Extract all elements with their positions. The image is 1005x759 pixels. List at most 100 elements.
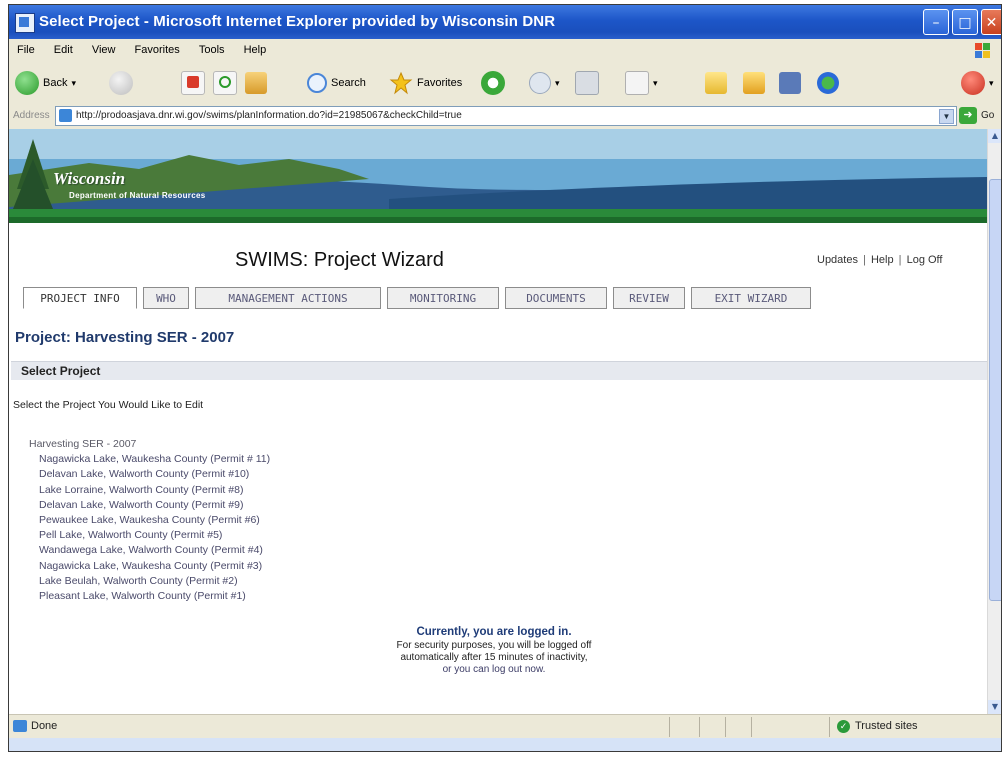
project-item[interactable]: Lake Lorraine, Walworth County (Permit #… xyxy=(29,483,270,498)
extra-button[interactable]: ▾ xyxy=(961,69,994,97)
address-bar: Address http://prodoasjava.dnr.wi.gov/sw… xyxy=(9,103,1001,130)
project-item[interactable]: Delavan Lake, Walworth County (Permit #9… xyxy=(29,498,270,513)
star-icon xyxy=(389,71,413,95)
favorites-button[interactable]: Favorites xyxy=(389,69,462,97)
tab-exit-wizard[interactable]: EXIT WIZARD xyxy=(691,287,811,309)
window-title: Select Project - Microsoft Internet Expl… xyxy=(39,13,556,30)
help-link[interactable]: Help xyxy=(871,254,894,266)
history-button[interactable] xyxy=(481,69,505,97)
address-input[interactable]: http://prodoasjava.dnr.wi.gov/swims/plan… xyxy=(55,106,957,126)
people-icon xyxy=(817,72,839,94)
project-parent-link[interactable]: Harvesting SER - 2007 xyxy=(29,437,270,452)
address-url: http://prodoasjava.dnr.wi.gov/swims/plan… xyxy=(76,110,462,121)
menu-tools[interactable]: Tools xyxy=(191,39,233,56)
browser-window: Select Project - Microsoft Internet Expl… xyxy=(8,4,1002,752)
go-button[interactable]: Go xyxy=(981,110,994,121)
toolbar: Back ▾ Search Favorites ▾ ▾ ▾ xyxy=(9,63,1001,104)
tab-review[interactable]: REVIEW xyxy=(613,287,685,309)
page-done-icon xyxy=(13,720,27,732)
login-line-1: For security purposes, you will be logge… xyxy=(396,640,592,651)
search-label: Search xyxy=(331,77,366,89)
back-button[interactable]: Back ▾ xyxy=(15,69,76,97)
stop-button[interactable] xyxy=(181,69,205,97)
log-off-link[interactable]: Log Off xyxy=(907,254,943,266)
maximize-button[interactable]: □ xyxy=(952,9,978,35)
edit-button[interactable]: ▾ xyxy=(625,69,658,97)
refresh-button[interactable] xyxy=(213,69,237,97)
status-divider xyxy=(725,717,726,737)
project-item[interactable]: Nagawicka Lake, Waukesha County (Permit … xyxy=(29,452,270,467)
back-arrow-icon xyxy=(15,71,39,95)
title-bar: Select Project - Microsoft Internet Expl… xyxy=(9,5,1001,39)
banner-wisconsin: Wisconsin xyxy=(53,169,126,188)
tab-who[interactable]: WHO xyxy=(143,287,189,309)
stop-icon xyxy=(181,71,205,95)
status-text: Done xyxy=(31,720,58,732)
banner-graphic xyxy=(9,129,987,223)
project-item[interactable]: Wandawega Lake, Walworth County (Permit … xyxy=(29,543,270,558)
page-content: Wisconsin Department of Natural Resource… xyxy=(9,129,987,714)
print-icon xyxy=(575,71,599,95)
messenger-button[interactable] xyxy=(743,69,765,97)
project-item[interactable]: Lake Beulah, Walworth County (Permit #2) xyxy=(29,574,270,589)
mail-dropdown-icon: ▾ xyxy=(555,77,560,88)
history-icon xyxy=(481,71,505,95)
log-out-link[interactable]: or you can log out now. xyxy=(329,664,659,676)
scroll-up-icon[interactable]: ▲ xyxy=(988,129,1001,143)
window-controls: – □ ✕ xyxy=(923,9,1001,35)
tab-monitoring[interactable]: MONITORING xyxy=(387,287,499,309)
address-label: Address xyxy=(13,110,50,121)
tab-documents[interactable]: DOCUMENTS xyxy=(505,287,607,309)
project-item[interactable]: Pleasant Lake, Walworth County (Permit #… xyxy=(29,589,270,604)
windows-flag-icon xyxy=(975,43,990,58)
mail-icon xyxy=(529,72,551,94)
back-dropdown-icon: ▾ xyxy=(71,77,76,88)
folder-button[interactable] xyxy=(705,69,727,97)
home-icon xyxy=(245,72,267,94)
page-icon xyxy=(59,109,72,122)
folder-icon xyxy=(705,72,727,94)
menu-favorites[interactable]: Favorites xyxy=(127,39,188,56)
vertical-scrollbar[interactable]: ▲ ▼ xyxy=(987,129,1001,714)
ie-icon xyxy=(15,13,35,33)
project-item[interactable]: Nagawicka Lake, Waukesha County (Permit … xyxy=(29,559,270,574)
go-arrow-icon[interactable]: ➜ xyxy=(959,107,977,124)
edit-doc-icon xyxy=(625,71,649,95)
close-button[interactable]: ✕ xyxy=(981,9,1001,35)
scroll-down-icon[interactable]: ▼ xyxy=(988,700,1001,714)
menu-file[interactable]: File xyxy=(9,39,43,56)
menu-edit[interactable]: Edit xyxy=(46,39,81,56)
address-dropdown-icon[interactable]: ▼ xyxy=(939,109,954,124)
taskbar-edge xyxy=(9,738,1001,751)
updates-link[interactable]: Updates xyxy=(817,254,858,266)
home-button[interactable] xyxy=(245,69,267,97)
minimize-button[interactable]: – xyxy=(923,9,949,35)
favorites-label: Favorites xyxy=(417,77,463,89)
tab-management-actions[interactable]: MANAGEMENT ACTIONS xyxy=(195,287,381,309)
project-item[interactable]: Delavan Lake, Walworth County (Permit #1… xyxy=(29,467,270,482)
search-button[interactable]: Search xyxy=(307,69,366,97)
print-button[interactable] xyxy=(575,69,599,97)
section-title: Select Project xyxy=(21,364,101,378)
discuss-button[interactable] xyxy=(817,69,839,97)
research-button[interactable] xyxy=(779,69,801,97)
tab-project-info[interactable]: PROJECT INFO xyxy=(23,287,137,309)
status-divider xyxy=(669,717,670,737)
security-zone: Trusted sites xyxy=(855,720,918,732)
mail-button[interactable]: ▾ xyxy=(529,69,560,97)
forward-button[interactable] xyxy=(109,69,133,97)
extra-dropdown-icon: ▾ xyxy=(989,77,994,88)
menu-help[interactable]: Help xyxy=(236,39,275,56)
scroll-thumb[interactable] xyxy=(989,179,1001,601)
project-list: Harvesting SER - 2007 Nagawicka Lake, Wa… xyxy=(29,437,270,604)
refresh-icon xyxy=(213,71,237,95)
project-item[interactable]: Pewaukee Lake, Waukesha County (Permit #… xyxy=(29,513,270,528)
search-icon xyxy=(307,73,327,93)
back-label: Back xyxy=(43,77,68,89)
forward-arrow-icon xyxy=(109,71,133,95)
section-header: Select Project xyxy=(11,361,987,380)
login-notice: Currently, you are logged in. For securi… xyxy=(329,626,659,676)
project-item[interactable]: Pell Lake, Walworth County (Permit #5) xyxy=(29,528,270,543)
top-links: Updates | Help | Log Off xyxy=(817,254,943,266)
menu-view[interactable]: View xyxy=(84,39,124,56)
